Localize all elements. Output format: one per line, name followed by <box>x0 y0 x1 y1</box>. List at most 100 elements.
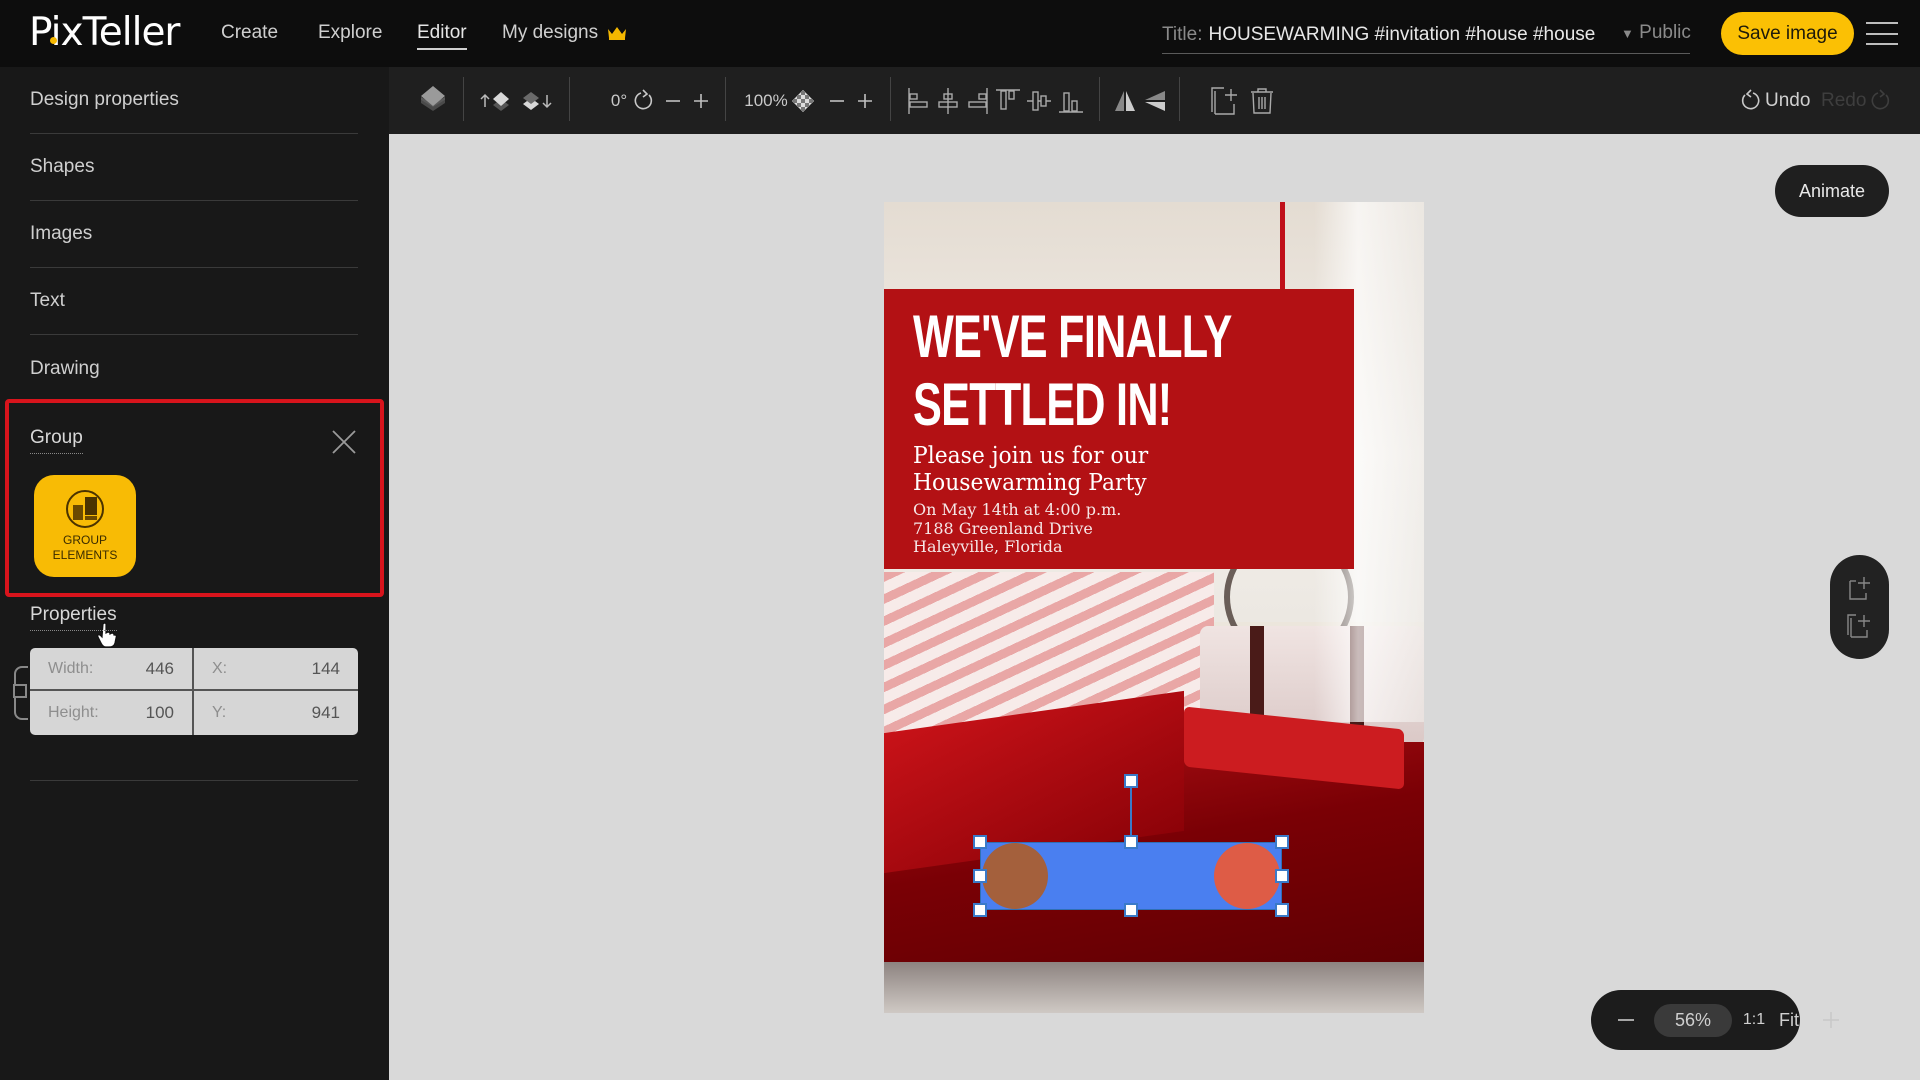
align-middle-icon <box>1027 90 1051 111</box>
canvas-workspace: Animate 56% 1:1 Fit WE'VE FINALLY SETTLE… <box>389 134 1920 1080</box>
nav-create[interactable]: Create <box>221 22 278 44</box>
height-field[interactable]: Height: 100 <box>30 691 194 735</box>
align-middle-button[interactable] <box>1025 67 1053 134</box>
layers-icon <box>421 85 445 111</box>
group-elements-button[interactable]: GROUP ELEMENTS <box>34 475 136 577</box>
sidebar-item-design-properties[interactable]: Design properties <box>30 67 358 134</box>
resize-handle-bottom[interactable] <box>1124 903 1138 917</box>
opacity-plus-button[interactable] <box>853 67 877 134</box>
event-details-text[interactable]: On May 14th at 4:00 p.m. 7188 Greenland … <box>913 500 1121 557</box>
resize-handle-top[interactable] <box>1124 835 1138 849</box>
rotation-handle[interactable] <box>1124 774 1138 788</box>
zoom-fit-button[interactable]: Fit <box>1774 990 1804 1050</box>
delete-button[interactable] <box>1247 67 1277 134</box>
align-left-button[interactable] <box>905 67 931 134</box>
width-field[interactable]: Width: 446 <box>30 648 194 691</box>
zoom-out-button[interactable] <box>1611 990 1641 1050</box>
zoom-level[interactable]: 56% <box>1654 1004 1732 1037</box>
subheading-text[interactable]: Please join us for our Housewarming Part… <box>913 443 1148 497</box>
headline-text[interactable]: WE'VE FINALLY SETTLED IN! <box>913 303 1232 439</box>
flip-horizontal-icon <box>1115 90 1135 111</box>
add-page-icon[interactable] <box>1846 575 1874 603</box>
plus-icon <box>1823 1012 1839 1028</box>
undo-button[interactable]: Undo <box>1739 67 1810 134</box>
visibility-dropdown[interactable]: ▼ Public <box>1621 22 1691 44</box>
toolbar-separator <box>725 77 726 121</box>
design-canvas[interactable]: WE'VE FINALLY SETTLED IN! Please join us… <box>884 202 1424 1013</box>
redo-label: Redo <box>1821 89 1867 111</box>
align-bottom-icon <box>1059 91 1083 113</box>
align-bottom-button[interactable] <box>1057 67 1085 134</box>
y-field[interactable]: Y: 941 <box>194 691 358 735</box>
rotate-minus-button[interactable] <box>661 67 685 134</box>
delete-icon <box>1251 87 1273 114</box>
minus-icon <box>666 99 680 102</box>
nav-my-designs[interactable]: My designs <box>502 22 627 44</box>
sidebar-divider <box>30 780 358 781</box>
duplicate-button[interactable] <box>1209 67 1241 134</box>
resize-handle-top-right[interactable] <box>1275 835 1289 849</box>
aspect-lock-checkbox[interactable] <box>13 684 27 698</box>
hamburger-icon[interactable] <box>1866 22 1898 45</box>
sidebar-item-text[interactable]: Text <box>30 268 358 335</box>
sidebar-item-drawing[interactable]: Drawing <box>30 335 358 402</box>
triangle-down-icon: ▼ <box>1621 26 1634 41</box>
send-backward-icon <box>523 91 552 110</box>
nav-explore[interactable]: Explore <box>318 22 382 44</box>
align-right-icon <box>968 87 988 114</box>
group-elements-label: GROUP ELEMENTS <box>52 533 118 562</box>
resize-handle-top-left[interactable] <box>973 835 987 849</box>
toolbar-separator <box>569 77 570 121</box>
close-icon[interactable] <box>330 428 358 456</box>
resize-handle-left[interactable] <box>973 869 987 883</box>
crown-icon <box>608 26 627 40</box>
title-label: Title: <box>1162 23 1203 45</box>
sidebar-item-images[interactable]: Images <box>30 201 358 268</box>
rotate-plus-button[interactable] <box>689 67 713 134</box>
animate-button[interactable]: Animate <box>1775 165 1889 217</box>
opacity-value[interactable]: 100% <box>743 67 789 134</box>
title-value: HOUSEWARMING #invitation #house #house <box>1208 23 1596 45</box>
zoom-1-1-button[interactable]: 1:1 <box>1741 990 1767 1050</box>
resize-handle-right[interactable] <box>1275 869 1289 883</box>
opacity-minus-button[interactable] <box>825 67 849 134</box>
zoom-in-button[interactable] <box>1816 990 1846 1050</box>
x-field[interactable]: X: 144 <box>194 648 358 691</box>
minus-icon <box>1618 1019 1634 1021</box>
transparency-button[interactable] <box>791 67 815 134</box>
editor-toolbar: 0° 100% Undo Redo <box>389 67 1920 134</box>
align-center-button[interactable] <box>935 67 961 134</box>
duplicate-page-icon[interactable] <box>1846 611 1874 639</box>
redo-button[interactable]: Redo <box>1821 67 1892 134</box>
rotate-icon <box>634 88 653 109</box>
nav-editor[interactable]: Editor <box>417 22 467 50</box>
decor-rope <box>1280 202 1285 290</box>
floor-image <box>884 962 1424 1013</box>
nav-my-designs-label: My designs <box>502 22 599 43</box>
send-backward-button[interactable] <box>519 67 553 134</box>
visibility-label: Public <box>1639 22 1691 43</box>
bring-forward-icon <box>480 91 509 111</box>
properties-grid: Width: 446 X: 144 Height: 100 Y: 941 <box>30 648 358 735</box>
invitation-banner[interactable]: WE'VE FINALLY SETTLED IN! Please join us… <box>884 289 1354 569</box>
align-center-icon <box>938 87 958 114</box>
resize-handle-bottom-right[interactable] <box>1275 903 1289 917</box>
title-input[interactable]: Title: HOUSEWARMING #invitation #house #… <box>1162 16 1690 54</box>
save-image-button[interactable]: Save image <box>1721 12 1854 55</box>
pixteller-logo[interactable]: PixTeller <box>29 10 180 55</box>
align-right-button[interactable] <box>965 67 991 134</box>
sidebar-item-shapes[interactable]: Shapes <box>30 134 358 201</box>
plus-icon <box>694 93 708 108</box>
resize-handle-bottom-left[interactable] <box>973 903 987 917</box>
left-sidebar: Design properties Shapes Images Text Dra… <box>0 67 389 1080</box>
selection-frame <box>980 842 1282 910</box>
layers-button[interactable] <box>413 67 453 134</box>
bring-forward-button[interactable] <box>479 67 513 134</box>
flip-vertical-button[interactable] <box>1141 67 1169 134</box>
rotation-value[interactable]: 0° <box>607 67 631 134</box>
redo-icon <box>1872 88 1890 109</box>
rotate-button[interactable] <box>631 67 657 134</box>
properties-title: Properties <box>30 604 117 631</box>
flip-horizontal-button[interactable] <box>1111 67 1139 134</box>
align-top-button[interactable] <box>995 67 1021 134</box>
